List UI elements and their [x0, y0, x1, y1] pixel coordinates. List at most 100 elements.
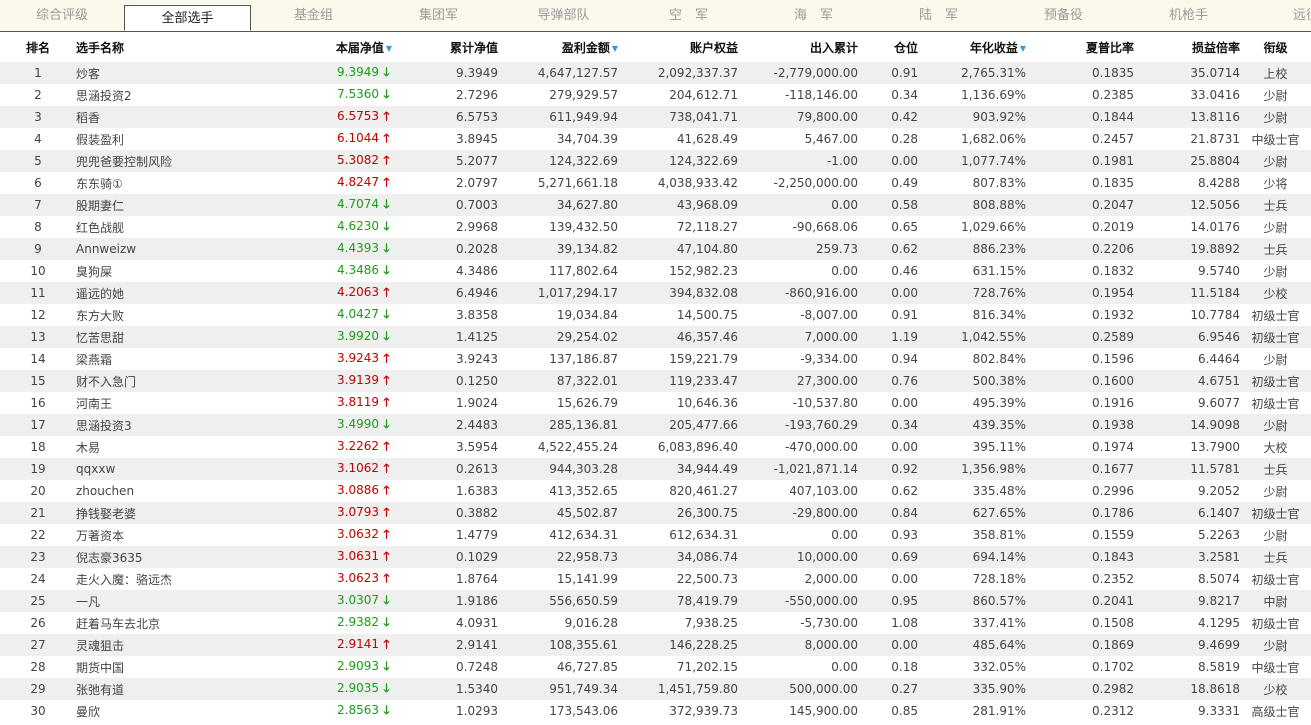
- cell-player-name[interactable]: 曼欣: [76, 700, 286, 722]
- cell-player-name[interactable]: 东东骑①: [76, 172, 286, 194]
- cell-player-name[interactable]: 木易: [76, 436, 286, 458]
- table-row[interactable]: 11 遥远的她 4.2063 🡑 6.4946 1,017,294.17 394,832.0…: [0, 282, 1311, 304]
- tab-expedition[interactable]: 远征: [1251, 0, 1311, 31]
- cell-player-name[interactable]: 假装盈利: [76, 128, 286, 150]
- cell-position: 1.08: [858, 612, 918, 634]
- col-equity[interactable]: 账户权益: [618, 32, 738, 62]
- cell-player-name[interactable]: 股期妻仁: [76, 194, 286, 216]
- tab-missile-force[interactable]: 导弹部队: [501, 0, 626, 31]
- arrow-down-icon: 🡓: [383, 262, 390, 277]
- tab-air-force[interactable]: 空 军: [626, 0, 751, 31]
- sort-desc-icon[interactable]: ▼: [1020, 44, 1026, 53]
- nav-value: 3.0886: [337, 482, 379, 497]
- table-row[interactable]: 7 股期妻仁 4.7074 🡓 0.7003 34,627.80 43,968.09 0.00…: [0, 194, 1311, 216]
- table-row[interactable]: 16 河南王 3.8119 🡑 1.9024 15,626.79 10,646.36 -10,…: [0, 392, 1311, 414]
- table-row[interactable]: 29 张弛有道 2.9035 🡓 1.5340 951,749.34 1,451,759.8…: [0, 678, 1311, 700]
- col-cum-nav[interactable]: 累计净值: [392, 32, 498, 62]
- cell-annual: 627.65%: [918, 502, 1026, 524]
- cell-player-name[interactable]: 稻香: [76, 106, 286, 128]
- cell-profit: 39,134.82: [498, 238, 618, 260]
- cell-player-name[interactable]: 走火入魔：骆远杰: [76, 568, 286, 590]
- table-row[interactable]: 24 走火入魔：骆远杰 3.0623 🡑 1.8764 15,141.99 22,500.7…: [0, 568, 1311, 590]
- cell-sharpe: 0.1786: [1026, 502, 1134, 524]
- table-row[interactable]: 17 思涵投资3 3.4990 🡓 2.4483 285,136.81 205,477.66…: [0, 414, 1311, 436]
- cell-player-name[interactable]: Annweizw: [76, 238, 286, 260]
- table-row[interactable]: 18 木易 3.2262 🡑 3.5954 4,522,455.24 6,083,896.4…: [0, 436, 1311, 458]
- col-nav[interactable]: 本届净值 ▼: [286, 32, 392, 62]
- col-position[interactable]: 仓位: [858, 32, 918, 62]
- sort-desc-icon[interactable]: ▼: [386, 44, 392, 53]
- col-name[interactable]: 选手名称: [76, 32, 286, 62]
- tab-all-players[interactable]: 全部选手: [124, 5, 251, 31]
- col-sharpe[interactable]: 夏普比率: [1026, 32, 1134, 62]
- cell-player-name[interactable]: 倪志豪3635: [76, 546, 286, 568]
- table-row[interactable]: 28 期货中国 2.9093 🡓 0.7248 46,727.85 71,202.15 0.0…: [0, 656, 1311, 678]
- rankings-table: 排名 选手名称 本届净值 ▼ 累计净值 盈利金额 ▼ 账户权益 出入累计 仓位 年化…: [0, 32, 1311, 722]
- table-row[interactable]: 21 挣钱娶老婆 3.0793 🡑 0.3882 45,502.87 26,300.75 -2…: [0, 502, 1311, 524]
- cell-player-name[interactable]: 臭狗屎: [76, 260, 286, 282]
- tab-army[interactable]: 陆 军: [876, 0, 1001, 31]
- col-annual-label: 年化收益: [969, 40, 1018, 55]
- col-flow[interactable]: 出入累计: [738, 32, 858, 62]
- cell-player-name[interactable]: 东方大败: [76, 304, 286, 326]
- cell-player-name[interactable]: 灵魂狙击: [76, 634, 286, 656]
- table-row[interactable]: 27 灵魂狙击 2.9141 🡑 2.9141 108,355.61 146,228.25 8…: [0, 634, 1311, 656]
- tab-composite-rating[interactable]: 综合评级: [0, 0, 124, 31]
- table-row[interactable]: 2 思涵投资2 7.5360 🡓 2.7296 279,929.57 204,612.71-…: [0, 84, 1311, 106]
- cell-rank-title: 少校: [1240, 678, 1311, 700]
- table-row[interactable]: 22 万著资本 3.0632 🡑 1.4779 412,634.31 612,634.31 0…: [0, 524, 1311, 546]
- cell-player-name[interactable]: 遥远的她: [76, 282, 286, 304]
- table-row[interactable]: 12 东方大败 4.0427 🡓 3.8358 19,034.84 14,500.75 -8,…: [0, 304, 1311, 326]
- cell-player-name[interactable]: 期货中国: [76, 656, 286, 678]
- tab-machine-gunner[interactable]: 机枪手: [1126, 0, 1251, 31]
- cell-player-name[interactable]: 挣钱娶老婆: [76, 502, 286, 524]
- cell-player-name[interactable]: 万著资本: [76, 524, 286, 546]
- table-row[interactable]: 19 qqxxw 3.1062 🡑 0.2613 944,303.28 34,944.49-…: [0, 458, 1311, 480]
- cell-player-name[interactable]: 一凡: [76, 590, 286, 612]
- sort-desc-icon[interactable]: ▼: [612, 44, 618, 53]
- table-row[interactable]: 20 zhouchen 3.0886 🡑 1.6383 413,352.65 820,461…: [0, 480, 1311, 502]
- tab-fund-group[interactable]: 基金组: [251, 0, 376, 31]
- table-row[interactable]: 6 东东骑① 4.8247 🡑 2.0797 5,271,661.18 4,038,933.…: [0, 172, 1311, 194]
- table-row[interactable]: 14 梁燕霜 3.9243 🡑 3.9243 137,186.87 159,221.79 -9…: [0, 348, 1311, 370]
- cell-player-name[interactable]: 思涵投资3: [76, 414, 286, 436]
- col-ratio[interactable]: 损益倍率: [1134, 32, 1240, 62]
- table-row[interactable]: 13 忆苦思甜 3.9920 🡓 1.4125 29,254.02 46,357.46 7,0…: [0, 326, 1311, 348]
- table-row[interactable]: 1 炒客 9.3949 🡓 9.3949 4,647,127.57 2,092,337.37…: [0, 62, 1311, 84]
- cell-player-name[interactable]: 张弛有道: [76, 678, 286, 700]
- cell-player-name[interactable]: qqxxw: [76, 458, 286, 480]
- table-row[interactable]: 26 赶着马车去北京 2.9382 🡓 4.0931 9,016.28 7,938.25 -5…: [0, 612, 1311, 634]
- tab-navy[interactable]: 海 军: [751, 0, 876, 31]
- cell-player-name[interactable]: 赶着马车去北京: [76, 612, 286, 634]
- cell-player-name[interactable]: 忆苦思甜: [76, 326, 286, 348]
- cell-player-name[interactable]: 河南王: [76, 392, 286, 414]
- table-row[interactable]: 3 稻香 6.5753 🡑 6.5753 611,949.94 738,041.71 79,8…: [0, 106, 1311, 128]
- cell-player-name[interactable]: 财不入急门: [76, 370, 286, 392]
- col-profit[interactable]: 盈利金额 ▼: [498, 32, 618, 62]
- cell-rank-title: 少尉: [1240, 106, 1311, 128]
- cell-sharpe: 0.2312: [1026, 700, 1134, 722]
- table-row[interactable]: 10 臭狗屎 4.3486 🡓 4.3486 117,802.64 152,982.23 0.…: [0, 260, 1311, 282]
- table-row[interactable]: 15 财不入急门 3.9139 🡑 0.1250 87,322.01 119,233.47 2…: [0, 370, 1311, 392]
- cell-player-name[interactable]: zhouchen: [76, 480, 286, 502]
- table-row[interactable]: 9 Annweizw 4.4393 🡓 0.2028 39,134.82 47,104.80…: [0, 238, 1311, 260]
- col-annual[interactable]: 年化收益 ▼: [918, 32, 1026, 62]
- cell-player-name[interactable]: 炒客: [76, 62, 286, 84]
- cell-nav: 2.9093 🡓: [286, 656, 392, 678]
- col-rank-title[interactable]: 衔级: [1240, 32, 1311, 62]
- table-row[interactable]: 4 假装盈利 6.1044 🡑 3.8945 34,704.39 41,628.49 5,46…: [0, 128, 1311, 150]
- cell-ratio: 35.0714: [1134, 62, 1240, 84]
- tab-group-army[interactable]: 集团军: [376, 0, 501, 31]
- cell-player-name[interactable]: 红色战舰: [76, 216, 286, 238]
- cell-rank: 13: [0, 326, 76, 348]
- tab-reserve[interactable]: 预备役: [1001, 0, 1126, 31]
- cell-player-name[interactable]: 梁燕霜: [76, 348, 286, 370]
- cell-player-name[interactable]: 兜兜爸要控制风险: [76, 150, 286, 172]
- cell-player-name[interactable]: 思涵投资2: [76, 84, 286, 106]
- table-row[interactable]: 5 兜兜爸要控制风险 5.3082 🡑 5.2077 124,322.69 124,322.…: [0, 150, 1311, 172]
- table-row[interactable]: 8 红色战舰 4.6230 🡓 2.9968 139,432.50 72,118.27 -90…: [0, 216, 1311, 238]
- col-rank[interactable]: 排名: [0, 32, 76, 62]
- table-row[interactable]: 23 倪志豪3635 3.0631 🡑 0.1029 22,958.73 34,086.74…: [0, 546, 1311, 568]
- table-row[interactable]: 25 一凡 3.0307 🡓 1.9186 556,650.59 78,419.79 -550…: [0, 590, 1311, 612]
- table-row[interactable]: 30 曼欣 2.8563 🡓 1.0293 173,543.06 372,939.73 145…: [0, 700, 1311, 722]
